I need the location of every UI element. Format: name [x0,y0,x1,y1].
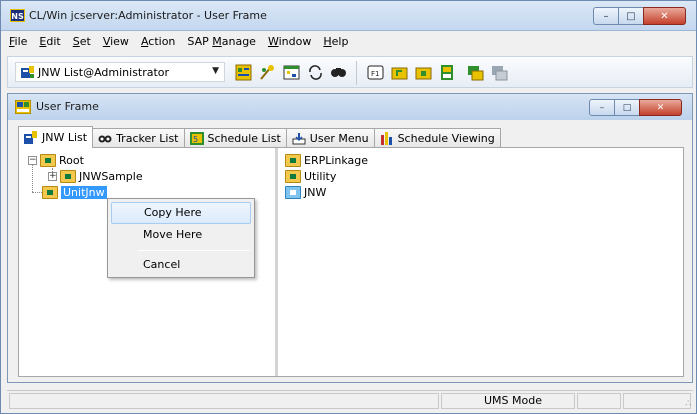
menu-edit[interactable]: Edit [39,33,60,51]
status-bar: UMS Mode ∴ [7,390,693,410]
tab-user-menu[interactable]: User Menu [285,128,375,148]
tree-node-label: Root [59,153,84,167]
tab-schedule-viewing[interactable]: Schedule Viewing [373,128,501,148]
window-title-bar[interactable]: NS CL/Win jcserver:Administrator - User … [1,1,696,31]
close-button[interactable]: ✕ [643,7,686,25]
menu-item-cancel[interactable]: Cancel [111,254,251,276]
tab-label: Schedule List [207,132,281,145]
list-item-label: Utility [304,169,337,183]
frame-window-controls: – □ ✕ [589,99,682,116]
maximize-button[interactable]: □ [618,7,644,25]
folder-icon [285,169,301,183]
minimize-button[interactable]: – [593,7,619,25]
menu-separator [138,250,250,251]
menu-action[interactable]: Action [141,33,175,51]
maximize-icon: □ [626,10,636,22]
menu-window[interactable]: Window [268,33,311,51]
frame-selector-combo[interactable]: JNW List@Administrator ▼ [15,62,225,82]
list-icon[interactable] [235,64,252,81]
expand-icon[interactable]: + [48,171,57,181]
tree-node-label-selected: UnitJnw [61,185,107,199]
frame-minimize-button[interactable]: – [589,99,615,116]
status-cell [577,393,621,409]
wizard-icon[interactable] [259,64,276,81]
folder-new-icon[interactable] [415,64,432,81]
user-frame-title: User Frame [36,100,99,113]
tree-node-root[interactable]: − Root [28,152,84,168]
tree-node-unitjnw[interactable]: UnitJnw [42,184,107,200]
chevron-down-icon[interactable]: ▼ [212,66,219,76]
list-pane[interactable]: ERPLinkage Utility JNW [281,148,683,376]
list-item[interactable]: JNW [285,184,326,200]
menu-set[interactable]: Set [73,33,91,51]
tree-node-jnwsample[interactable]: + JNWSample [48,168,143,184]
tree-node-label: JNWSample [79,169,143,183]
frame-maximize-button[interactable]: □ [614,99,640,116]
folder-icon [42,185,58,199]
user-frame-icon [15,100,31,114]
svg-text:5: 5 [193,135,198,144]
status-mode: UMS Mode [441,393,575,409]
refresh-icon[interactable] [307,64,324,81]
folder-up-icon[interactable] [391,64,408,81]
find-icon[interactable] [330,64,347,81]
tree-connector [32,192,42,193]
menu-view[interactable]: View [103,33,129,51]
list-item[interactable]: Utility [285,168,336,184]
export-icon[interactable] [467,64,484,81]
folder-icon [40,153,56,167]
folder-icon [60,169,76,183]
status-cell [623,393,691,409]
svg-text:F1: F1 [371,70,379,78]
schedule-viewing-icon [380,132,392,145]
import-icon[interactable] [491,64,508,81]
menu-item-copy-here[interactable]: Copy Here [111,202,251,224]
tab-schedule-list[interactable]: 5 Schedule List [183,128,287,148]
jnw-list-icon [24,131,37,144]
list-item-label: ERPLinkage [304,153,369,167]
app-icon: NS [10,9,25,22]
toolbar: JNW List@Administrator ▼ F1 [7,56,693,88]
menu-help[interactable]: Help [323,33,348,51]
schedule-list-icon: 5 [189,132,204,145]
status-cell-main [9,393,439,409]
f1-icon[interactable]: F1 [367,64,384,81]
user-frame-title-bar[interactable]: User Frame – □ ✕ [8,94,692,120]
menu-item-move-here[interactable]: Move Here [111,224,251,246]
list-item-label: JNW [304,185,327,199]
tab-jnw-list[interactable]: JNW List [18,126,94,148]
user-menu-icon [292,133,306,145]
tab-label: User Menu [309,132,369,145]
menu-file[interactable]: File [9,33,27,51]
schedule-icon[interactable] [283,64,300,81]
resize-grip-icon[interactable]: ∴ [685,399,691,409]
tab-strip: JNW List Tracker List 5 Schedule List Us… [18,126,501,148]
list-item[interactable]: ERPLinkage [285,152,368,168]
minimize-icon: – [599,102,605,113]
tab-label: Schedule Viewing [397,132,495,145]
drag-drop-context-menu: Copy Here Move Here Cancel [107,198,255,278]
folder-icon [285,153,301,167]
jnw-unit-icon [285,185,301,199]
menu-bar: File Edit Set View Action SAP Manage Win… [1,33,696,51]
tracker-binoculars-icon [98,135,112,143]
frame-selector-value: JNW List@Administrator [38,66,170,79]
toolbar-separator [356,61,357,85]
close-icon: ✕ [660,10,669,22]
application-window: NS CL/Win jcserver:Administrator - User … [0,0,697,414]
frame-close-button[interactable]: ✕ [639,99,682,116]
tab-label: Tracker List [116,132,179,145]
minimize-icon: – [603,10,609,22]
window-controls: – □ ✕ [593,7,686,25]
user-frame-icon [21,66,34,78]
tab-tracker-list[interactable]: Tracker List [92,128,185,148]
tab-label: JNW List [42,131,88,144]
collapse-icon[interactable]: − [28,155,37,165]
maximize-icon: □ [622,102,632,113]
close-icon: ✕ [656,102,665,113]
menu-sap-manage[interactable]: SAP Manage [187,33,256,51]
window-title: CL/Win jcserver:Administrator - User Fra… [29,9,267,22]
unit-icon[interactable] [439,64,456,81]
